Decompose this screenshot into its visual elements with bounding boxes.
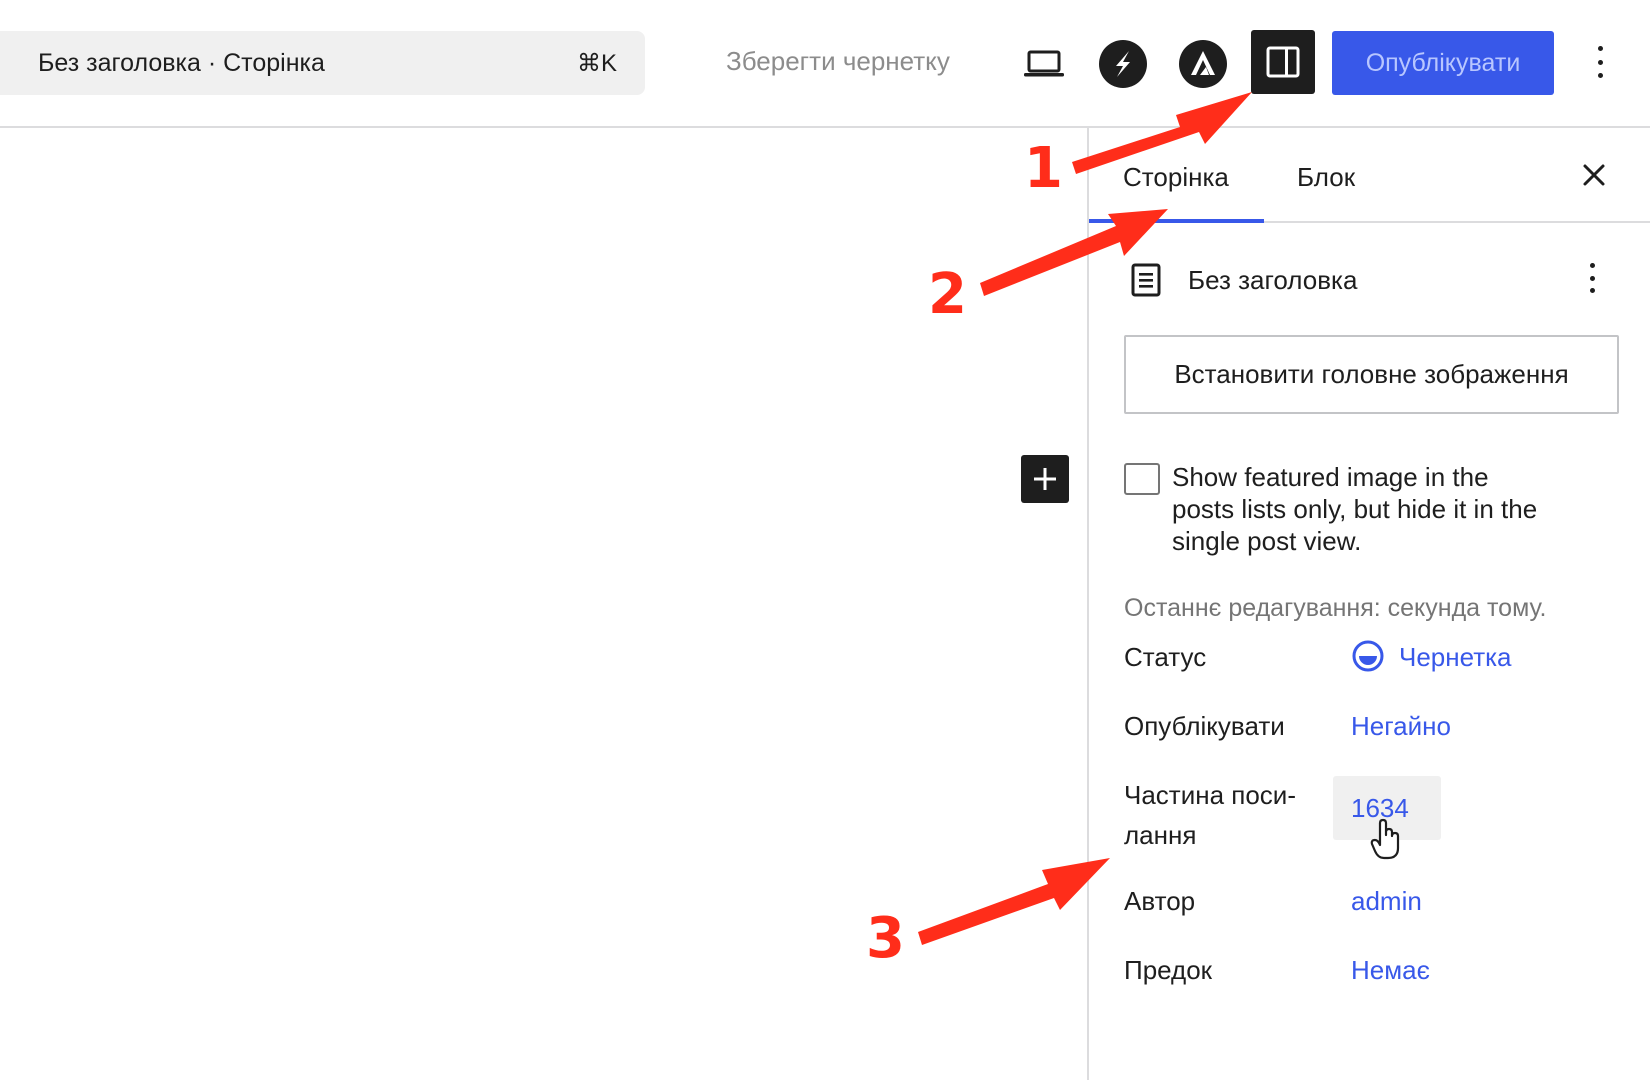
featured-image-checkbox-label: Show featured image in the posts lists o… (1172, 462, 1538, 556)
slug-label: Частина поси- лання (1124, 780, 1296, 850)
annotation-number-2: 2 (928, 262, 967, 327)
publish-date-link[interactable]: Негайно (1351, 706, 1451, 746)
command-palette-bar[interactable]: Без заголовка · Сторінка ⌘K (0, 31, 645, 95)
editor-header: Без заголовка · Сторінка ⌘K Зберегти чер… (0, 0, 1650, 128)
publish-date-label: Опублікувати (1124, 711, 1285, 741)
save-draft-button[interactable]: Зберегти чернетку (726, 46, 950, 77)
more-vertical-icon[interactable] (1588, 42, 1612, 82)
command-shortcut: ⌘K (576, 50, 617, 77)
featured-image-checkbox[interactable] (1124, 463, 1160, 495)
settings-sidebar: Сторінка Блок Без заголовка Встановити г… (1087, 128, 1650, 1080)
publish-button[interactable]: Опублікувати (1332, 31, 1554, 95)
document-more-icon[interactable] (1586, 260, 1598, 296)
hand-pointer-icon (1370, 818, 1400, 860)
author-link[interactable]: admin (1351, 881, 1422, 921)
a-plugin-icon[interactable] (1178, 39, 1228, 89)
status-label: Статус (1124, 642, 1207, 672)
annotation-number-1: 1 (1024, 136, 1063, 201)
laptop-preview-icon[interactable] (1019, 39, 1069, 89)
parent-label: Предок (1124, 955, 1213, 985)
sidebar-tabs: Сторінка Блок (1089, 128, 1650, 223)
document-bar-title: Без заголовка · Сторінка (38, 49, 325, 77)
settings-sidebar-icon[interactable] (1251, 30, 1315, 94)
author-label: Автор (1124, 886, 1196, 916)
page-document-icon (1131, 263, 1161, 297)
block-inserter-plus-icon[interactable] (1021, 455, 1069, 503)
set-featured-image-button[interactable]: Встановити головне зображення (1124, 335, 1619, 414)
tab-block[interactable]: Блок (1297, 162, 1355, 193)
last-edited-text: Останнє редагування: секунда тому. (1124, 594, 1547, 622)
draft-status-icon (1352, 640, 1384, 672)
close-icon[interactable] (1579, 160, 1609, 190)
s-plugin-icon[interactable] (1098, 39, 1148, 89)
active-tab-indicator (1089, 219, 1264, 223)
annotation-arrow-3 (918, 858, 1110, 945)
tab-page[interactable]: Сторінка (1123, 162, 1229, 193)
annotation-number-3: 3 (866, 906, 905, 971)
status-value-link[interactable]: Чернетка (1399, 637, 1512, 677)
document-title: Без заголовка (1188, 265, 1358, 295)
parent-link[interactable]: Немає (1351, 950, 1430, 990)
